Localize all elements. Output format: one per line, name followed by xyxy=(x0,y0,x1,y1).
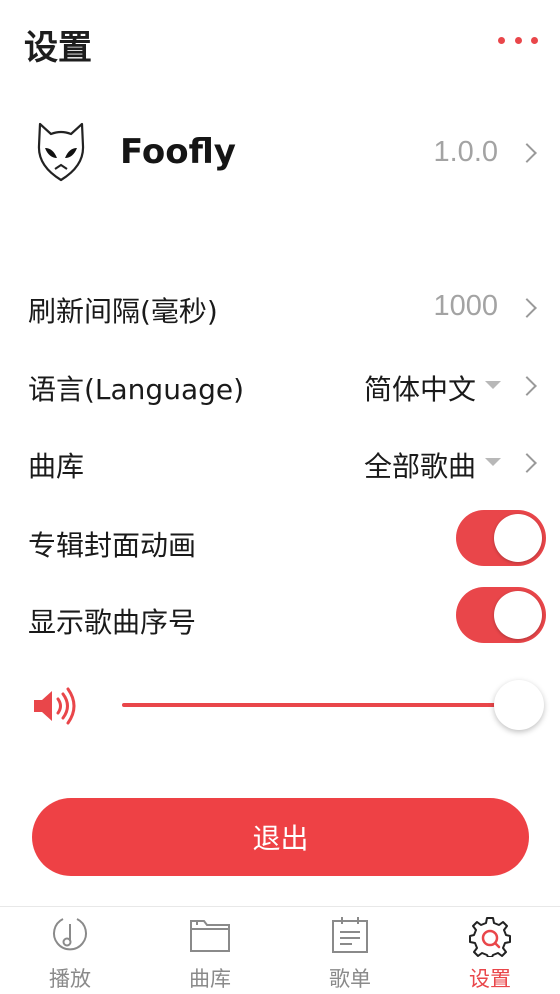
caret-down-icon xyxy=(485,458,501,466)
tab-label: 歌单 xyxy=(329,967,371,991)
tab-playlist[interactable]: 歌单 xyxy=(280,907,420,994)
playlist-icon xyxy=(332,917,368,953)
tab-label: 设置 xyxy=(469,967,511,991)
library-select[interactable]: 全部歌曲 xyxy=(364,445,476,485)
show-track-number-label: 显示歌曲序号 xyxy=(28,606,197,639)
app-info-row[interactable]: Foofly 1.0.0 xyxy=(0,108,560,200)
album-animation-label: 专辑封面动画 xyxy=(28,529,197,562)
settings-gear-icon xyxy=(469,917,511,957)
album-animation-row: 专辑封面动画 xyxy=(0,506,560,576)
volume-row xyxy=(0,670,560,740)
toggle-knob xyxy=(494,591,542,639)
show-track-number-row: 显示歌曲序号 xyxy=(0,583,560,653)
app-version: 1.0.0 xyxy=(433,136,499,168)
alien-logo-icon xyxy=(37,122,85,182)
tab-library[interactable]: 曲库 xyxy=(140,907,280,994)
language-select[interactable]: 简体中文 xyxy=(364,368,476,408)
volume-slider-thumb[interactable] xyxy=(494,680,544,730)
show-track-number-toggle[interactable] xyxy=(456,587,546,643)
page-title: 设置 xyxy=(24,28,92,68)
album-animation-toggle[interactable] xyxy=(456,510,546,566)
tab-label: 曲库 xyxy=(189,967,231,991)
tab-label: 播放 xyxy=(49,967,91,991)
library-row[interactable]: 曲库 全部歌曲 xyxy=(0,427,560,497)
chevron-right-icon xyxy=(517,376,537,396)
tab-settings[interactable]: 设置 xyxy=(420,907,560,994)
caret-down-icon xyxy=(485,381,501,389)
header: 设置 xyxy=(0,0,560,86)
toggle-knob xyxy=(494,514,542,562)
music-note-icon xyxy=(53,918,87,951)
volume-slider-track[interactable] xyxy=(122,703,518,707)
dot xyxy=(514,36,522,44)
volume-icon[interactable] xyxy=(32,686,78,726)
more-dots-icon[interactable] xyxy=(498,30,538,50)
library-label: 曲库 xyxy=(28,450,85,483)
chevron-right-icon xyxy=(517,143,537,163)
tab-play[interactable]: 播放 xyxy=(0,907,140,994)
refresh-interval-row[interactable]: 刷新间隔(毫秒) 1000 xyxy=(0,272,560,342)
dot xyxy=(531,36,538,44)
folder-icon xyxy=(190,920,230,952)
language-label: 语言(Language) xyxy=(28,373,245,406)
language-row[interactable]: 语言(Language) 简体中文 xyxy=(0,350,560,420)
refresh-interval-value: 1000 xyxy=(433,290,498,322)
dot xyxy=(498,36,505,44)
refresh-interval-label: 刷新间隔(毫秒) xyxy=(28,295,218,328)
chevron-right-icon xyxy=(517,298,537,318)
chevron-right-icon xyxy=(517,453,537,473)
bottom-tab-bar: 播放 曲库 歌单 设置 xyxy=(0,906,560,994)
app-name: Foofly xyxy=(120,132,236,172)
logout-button[interactable]: 退出 xyxy=(32,798,529,876)
